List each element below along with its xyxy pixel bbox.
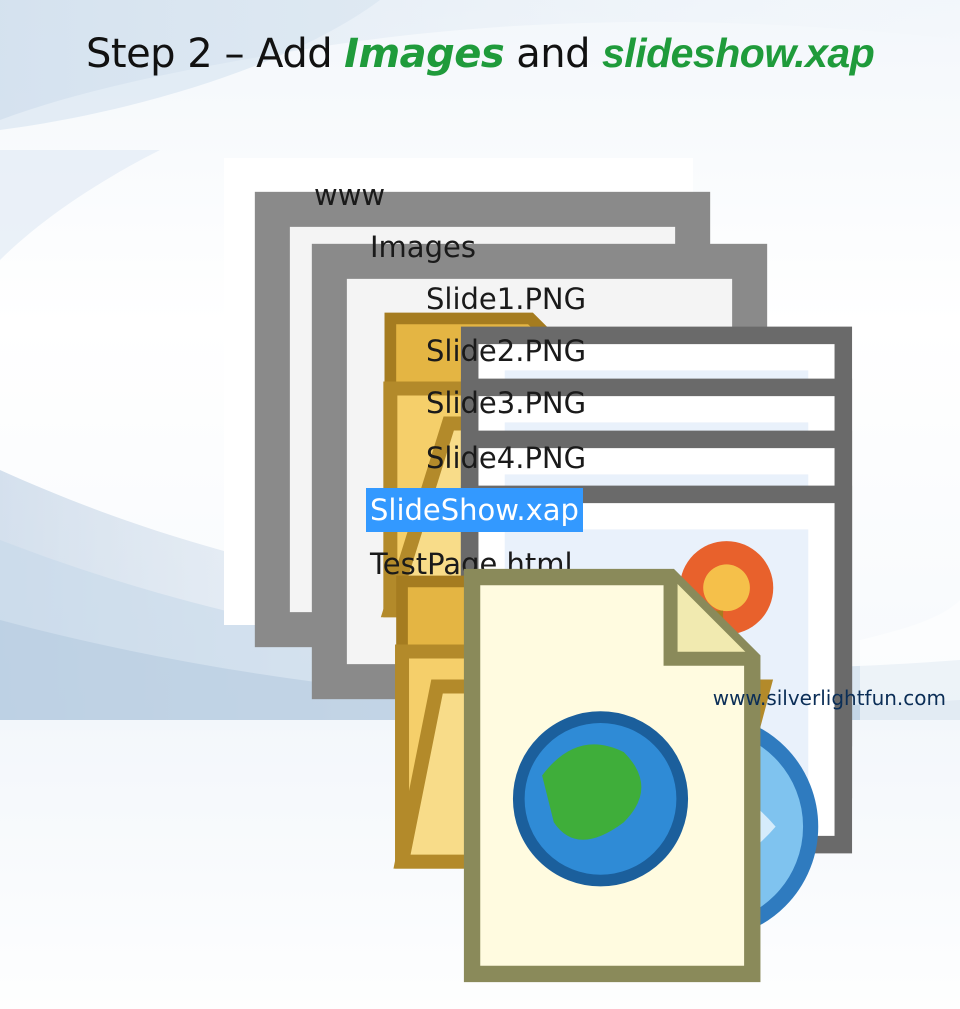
solution-tree-view: www Images Slide1.PNG Slide2.PNG Slide3.…	[224, 158, 853, 983]
tree-node-testpage-html[interactable]: TestPage.html	[366, 542, 761, 983]
tree-node-www[interactable]: www	[310, 173, 765, 566]
tree-node-slideshow-xap[interactable]: SlideShow.xap	[366, 488, 819, 940]
title-text-and: and	[516, 31, 590, 77]
title-text-xap: slideshow.xap	[602, 30, 875, 76]
tree-node-slide4[interactable]: Slide4.PNG	[422, 436, 853, 854]
tree-node-slide2[interactable]: Slide2.PNG	[422, 329, 853, 747]
title-text-step: Step 2 – Add	[86, 31, 333, 77]
slide-title: Step 2 – Add Images and slideshow.xap	[86, 30, 875, 100]
tree-node-slide3[interactable]: Slide3.PNG	[422, 381, 853, 799]
tree-node-images[interactable]: Images	[366, 225, 821, 618]
tree-node-slide1[interactable]: Slide1.PNG	[422, 277, 853, 695]
footer-url: www.silverlightfun.com	[712, 686, 946, 710]
title-text-images: Images	[344, 31, 505, 77]
html-file-icon	[463, 568, 761, 983]
